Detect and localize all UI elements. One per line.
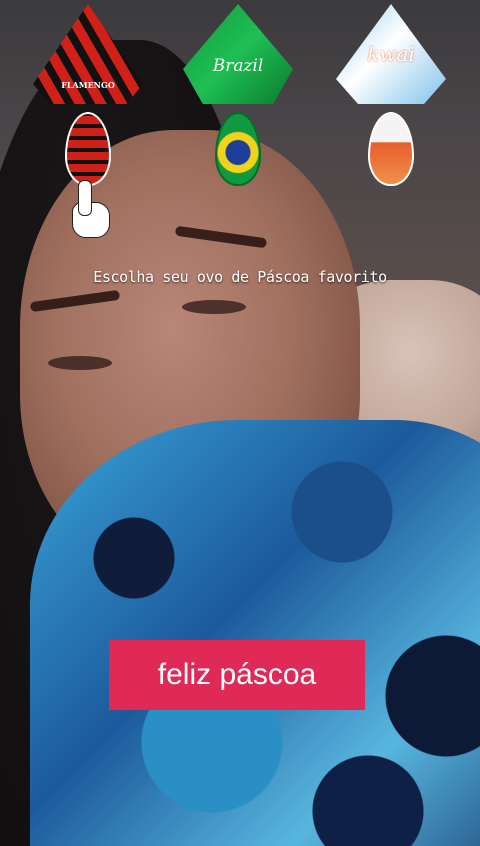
egg-option-brazil[interactable]: Brazil [178, 0, 298, 190]
egg-option-kwai[interactable]: kwai [331, 0, 451, 190]
egg-label-flamengo: FLAMENGO [61, 80, 115, 90]
kwai-easter-egg-icon: kwai [336, 4, 446, 104]
right-eye [182, 300, 246, 314]
pointing-hand-icon [66, 180, 112, 238]
flamengo-easter-egg-icon: FLAMENGO [33, 4, 143, 104]
egg-option-flamengo[interactable]: FLAMENGO [28, 0, 148, 190]
caption-sticker: feliz páscoa [109, 640, 365, 710]
egg-label-brazil: Brazil [212, 56, 264, 76]
flamengo-mini-egg-icon [65, 112, 111, 186]
brazil-mini-egg-icon [215, 112, 261, 186]
prompt-text: Escolha seu ovo de Páscoa favorito [93, 268, 387, 286]
egg-label-kwai: kwai [367, 42, 415, 66]
brazil-easter-egg-icon: Brazil [183, 4, 293, 104]
kwai-mini-egg-icon [368, 112, 414, 186]
shirt [30, 420, 480, 846]
left-eye [48, 356, 112, 370]
